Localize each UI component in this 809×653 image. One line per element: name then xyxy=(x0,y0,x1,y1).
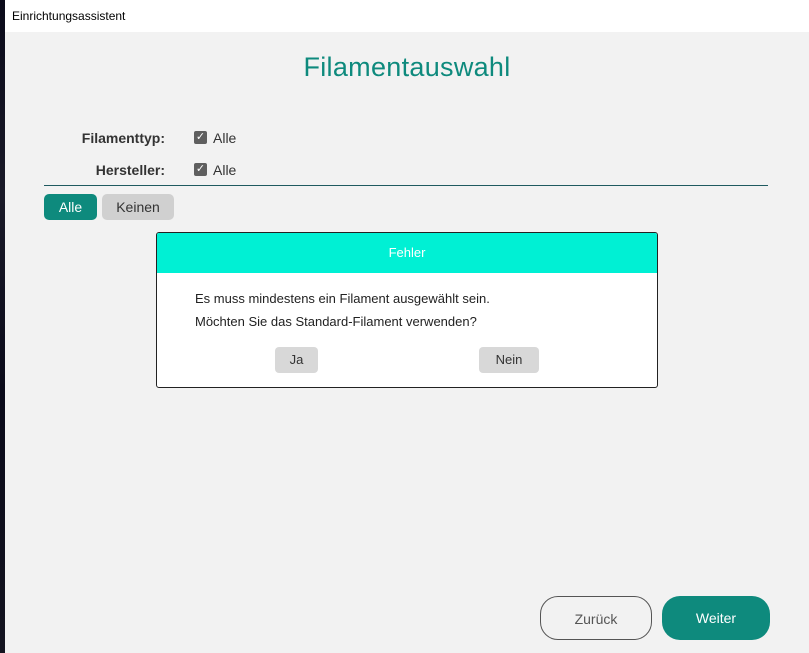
manufacturer-all-checkbox[interactable]: ✓ xyxy=(194,163,207,176)
no-button[interactable]: Nein xyxy=(479,347,539,373)
filament-type-label: Filamenttyp: xyxy=(81,130,165,146)
select-none-button[interactable]: Keinen xyxy=(102,194,174,220)
setup-wizard-window: Einrichtungsassistent Filamentauswahl Fi… xyxy=(5,0,809,653)
back-button[interactable]: Zurück xyxy=(540,596,652,640)
yes-button[interactable]: Ja xyxy=(275,347,318,373)
dialog-message-line1: Es muss mindestens ein Filament ausgewäh… xyxy=(195,291,490,306)
next-button[interactable]: Weiter xyxy=(662,596,770,640)
filament-type-all-checkbox[interactable]: ✓ xyxy=(194,131,207,144)
filter-row-type: Filamenttyp: ✓ Alle xyxy=(5,127,405,149)
window-title: Einrichtungsassistent xyxy=(5,0,809,32)
error-dialog: Fehler Es muss mindestens ein Filament a… xyxy=(156,232,658,388)
dialog-title: Fehler xyxy=(157,233,657,273)
manufacturer-label: Hersteller: xyxy=(95,162,165,178)
dialog-message-line2: Möchten Sie das Standard-Filament verwen… xyxy=(195,314,477,329)
select-all-button[interactable]: Alle xyxy=(44,194,97,220)
page-title: Filamentauswahl xyxy=(303,52,511,82)
filter-row-manufacturer: Hersteller: ✓ Alle xyxy=(5,159,405,181)
manufacturer-all-label[interactable]: Alle xyxy=(213,159,236,181)
filament-type-all-label[interactable]: Alle xyxy=(213,127,236,149)
divider xyxy=(44,185,768,186)
